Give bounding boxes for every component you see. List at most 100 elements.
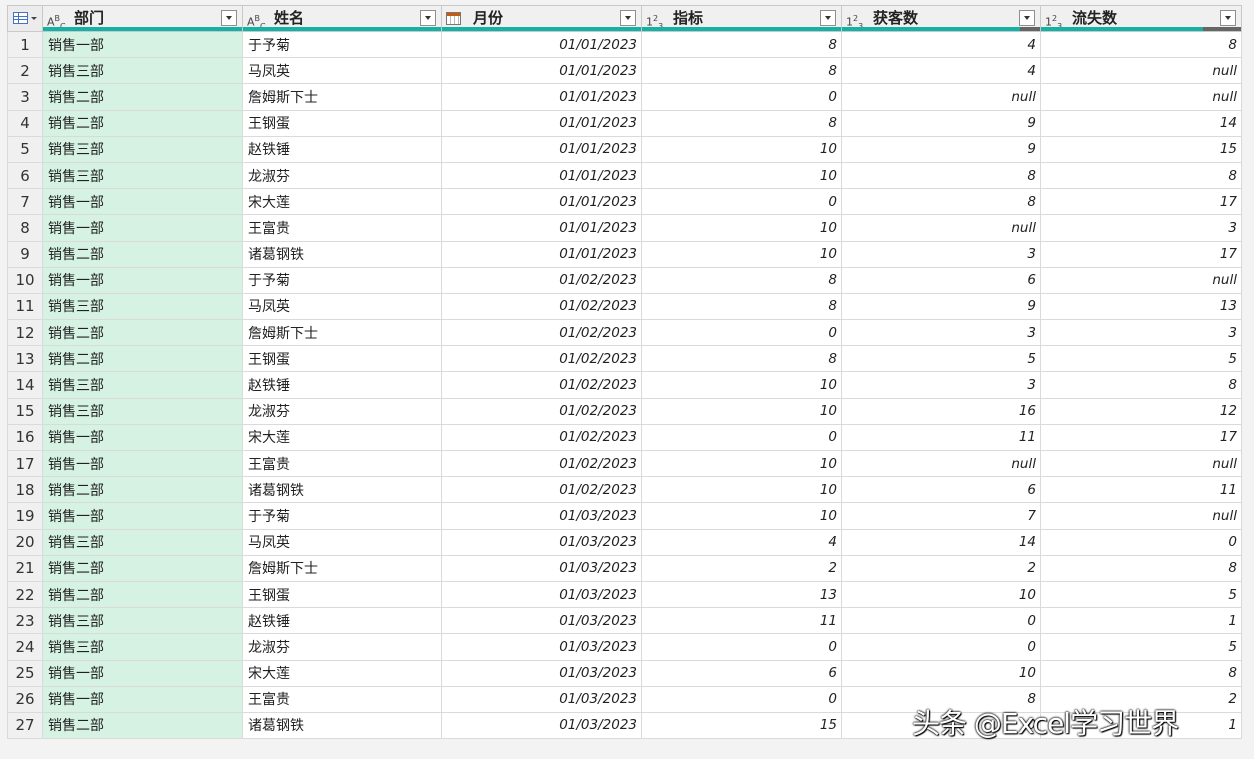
filter-dropdown-button[interactable] xyxy=(1019,10,1035,26)
row-number[interactable]: 17 xyxy=(7,449,43,478)
cell-dept[interactable]: 销售三部 xyxy=(42,135,243,163)
cell-name[interactable]: 宋大莲 xyxy=(242,188,442,216)
cell-lost[interactable]: 5 xyxy=(1040,345,1242,373)
row-number[interactable]: 16 xyxy=(7,423,43,452)
cell-name[interactable]: 于予菊 xyxy=(242,266,442,294)
cell-dept[interactable]: 销售一部 xyxy=(42,188,243,216)
row-number[interactable]: 4 xyxy=(7,109,43,137)
cell-dept[interactable]: 销售二部 xyxy=(42,711,243,740)
cell-lost[interactable]: 8 xyxy=(1040,30,1242,59)
text-type-icon[interactable]: ABC xyxy=(247,11,267,31)
cell-name[interactable]: 宋大莲 xyxy=(242,423,442,452)
cell-month[interactable]: 01/03/2023 xyxy=(441,659,642,687)
cell-target[interactable]: 0 xyxy=(641,188,842,216)
cell-lost[interactable]: 13 xyxy=(1040,292,1242,321)
cell-target[interactable]: 0 xyxy=(641,685,842,713)
cell-target[interactable]: 0 xyxy=(641,319,842,347)
cell-target[interactable]: 8 xyxy=(641,292,842,321)
table-row[interactable]: 16 销售一部 宋大莲 01/02/2023 0 11 17 xyxy=(7,423,1242,452)
cell-dept[interactable]: 销售二部 xyxy=(42,476,243,504)
cell-acquired[interactable]: null xyxy=(841,449,1041,478)
cell-lost[interactable]: 8 xyxy=(1040,371,1242,399)
cell-lost[interactable]: null xyxy=(1040,502,1242,530)
cell-acquired[interactable]: 0 xyxy=(841,607,1041,635)
cell-target[interactable]: 10 xyxy=(641,371,842,399)
cell-month[interactable]: 01/02/2023 xyxy=(441,345,642,373)
cell-month[interactable]: 01/03/2023 xyxy=(441,607,642,635)
cell-dept[interactable]: 销售二部 xyxy=(42,345,243,373)
cell-lost[interactable]: 15 xyxy=(1040,135,1242,163)
cell-target[interactable]: 8 xyxy=(641,57,842,85)
table-row[interactable]: 20 销售三部 马凤英 01/03/2023 4 14 0 xyxy=(7,528,1242,556)
cell-dept[interactable]: 销售一部 xyxy=(42,659,243,687)
cell-target[interactable]: 4 xyxy=(641,528,842,556)
cell-name[interactable]: 龙淑芬 xyxy=(242,397,442,425)
cell-name[interactable]: 宋大莲 xyxy=(242,659,442,687)
cell-month[interactable]: 01/03/2023 xyxy=(441,685,642,713)
cell-month[interactable]: 01/01/2023 xyxy=(441,30,642,59)
table-row[interactable]: 9 销售二部 诸葛钢铁 01/01/2023 10 3 17 xyxy=(7,240,1242,268)
table-row[interactable]: 7 销售一部 宋大莲 01/01/2023 0 8 17 xyxy=(7,188,1242,216)
cell-month[interactable]: 01/01/2023 xyxy=(441,214,642,242)
table-row[interactable]: 10 销售一部 于予菊 01/02/2023 8 6 null xyxy=(7,266,1242,294)
row-number[interactable]: 11 xyxy=(7,292,43,321)
cell-acquired[interactable]: 3 xyxy=(841,240,1041,268)
column-header-name[interactable]: ABC 姓名 xyxy=(242,5,442,32)
cell-month[interactable]: 01/03/2023 xyxy=(441,580,642,609)
table-row[interactable]: 5 销售三部 赵铁锤 01/01/2023 10 9 15 xyxy=(7,135,1242,163)
cell-dept[interactable]: 销售一部 xyxy=(42,502,243,530)
cell-month[interactable]: 01/02/2023 xyxy=(441,292,642,321)
cell-acquired[interactable]: 2 xyxy=(841,554,1041,582)
row-number[interactable]: 3 xyxy=(7,83,43,111)
cell-lost[interactable]: null xyxy=(1040,57,1242,85)
cell-lost[interactable]: 17 xyxy=(1040,423,1242,452)
cell-lost[interactable]: 3 xyxy=(1040,214,1242,242)
cell-month[interactable]: 01/01/2023 xyxy=(441,83,642,111)
filter-dropdown-button[interactable] xyxy=(221,10,237,26)
cell-acquired[interactable]: 4 xyxy=(841,57,1041,85)
cell-target[interactable]: 8 xyxy=(641,266,842,294)
cell-name[interactable]: 于予菊 xyxy=(242,30,442,59)
cell-dept[interactable]: 销售三部 xyxy=(42,371,243,399)
cell-month[interactable]: 01/03/2023 xyxy=(441,502,642,530)
cell-dept[interactable]: 销售三部 xyxy=(42,607,243,635)
row-number[interactable]: 24 xyxy=(7,633,43,661)
cell-lost[interactable]: 12 xyxy=(1040,397,1242,425)
cell-target[interactable]: 0 xyxy=(641,423,842,452)
cell-dept[interactable]: 销售一部 xyxy=(42,30,243,59)
cell-dept[interactable]: 销售一部 xyxy=(42,449,243,478)
cell-lost[interactable]: null xyxy=(1040,83,1242,111)
row-number[interactable]: 27 xyxy=(7,711,43,740)
cell-name[interactable]: 王钢蛋 xyxy=(242,345,442,373)
cell-target[interactable]: 13 xyxy=(641,580,842,609)
cell-dept[interactable]: 销售二部 xyxy=(42,319,243,347)
cell-name[interactable]: 龙淑芬 xyxy=(242,161,442,190)
cell-target[interactable]: 10 xyxy=(641,161,842,190)
cell-dept[interactable]: 销售三部 xyxy=(42,292,243,321)
cell-month[interactable]: 01/02/2023 xyxy=(441,371,642,399)
table-row[interactable]: 22 销售二部 王钢蛋 01/03/2023 13 10 5 xyxy=(7,580,1242,609)
cell-name[interactable]: 詹姆斯下士 xyxy=(242,83,442,111)
cell-month[interactable]: 01/02/2023 xyxy=(441,423,642,452)
row-number[interactable]: 23 xyxy=(7,607,43,635)
number-type-icon[interactable]: 123 xyxy=(1045,11,1065,31)
cell-acquired[interactable]: 16 xyxy=(841,397,1041,425)
cell-target[interactable]: 8 xyxy=(641,30,842,59)
cell-month[interactable]: 01/01/2023 xyxy=(441,240,642,268)
table-row[interactable]: 19 销售一部 于予菊 01/03/2023 10 7 null xyxy=(7,502,1242,530)
cell-lost[interactable]: 17 xyxy=(1040,188,1242,216)
cell-acquired[interactable]: 10 xyxy=(841,659,1041,687)
cell-month[interactable]: 01/01/2023 xyxy=(441,161,642,190)
cell-dept[interactable]: 销售一部 xyxy=(42,423,243,452)
table-row[interactable]: 14 销售三部 赵铁锤 01/02/2023 10 3 8 xyxy=(7,371,1242,399)
filter-dropdown-button[interactable] xyxy=(620,10,636,26)
cell-dept[interactable]: 销售三部 xyxy=(42,633,243,661)
row-number[interactable]: 19 xyxy=(7,502,43,530)
filter-dropdown-button[interactable] xyxy=(1220,10,1236,26)
filter-dropdown-button[interactable] xyxy=(420,10,436,26)
row-number[interactable]: 6 xyxy=(7,161,43,190)
table-row[interactable]: 1 销售一部 于予菊 01/01/2023 8 4 8 xyxy=(7,30,1242,59)
cell-dept[interactable]: 销售三部 xyxy=(42,397,243,425)
cell-dept[interactable]: 销售一部 xyxy=(42,685,243,713)
cell-acquired[interactable]: 14 xyxy=(841,528,1041,556)
